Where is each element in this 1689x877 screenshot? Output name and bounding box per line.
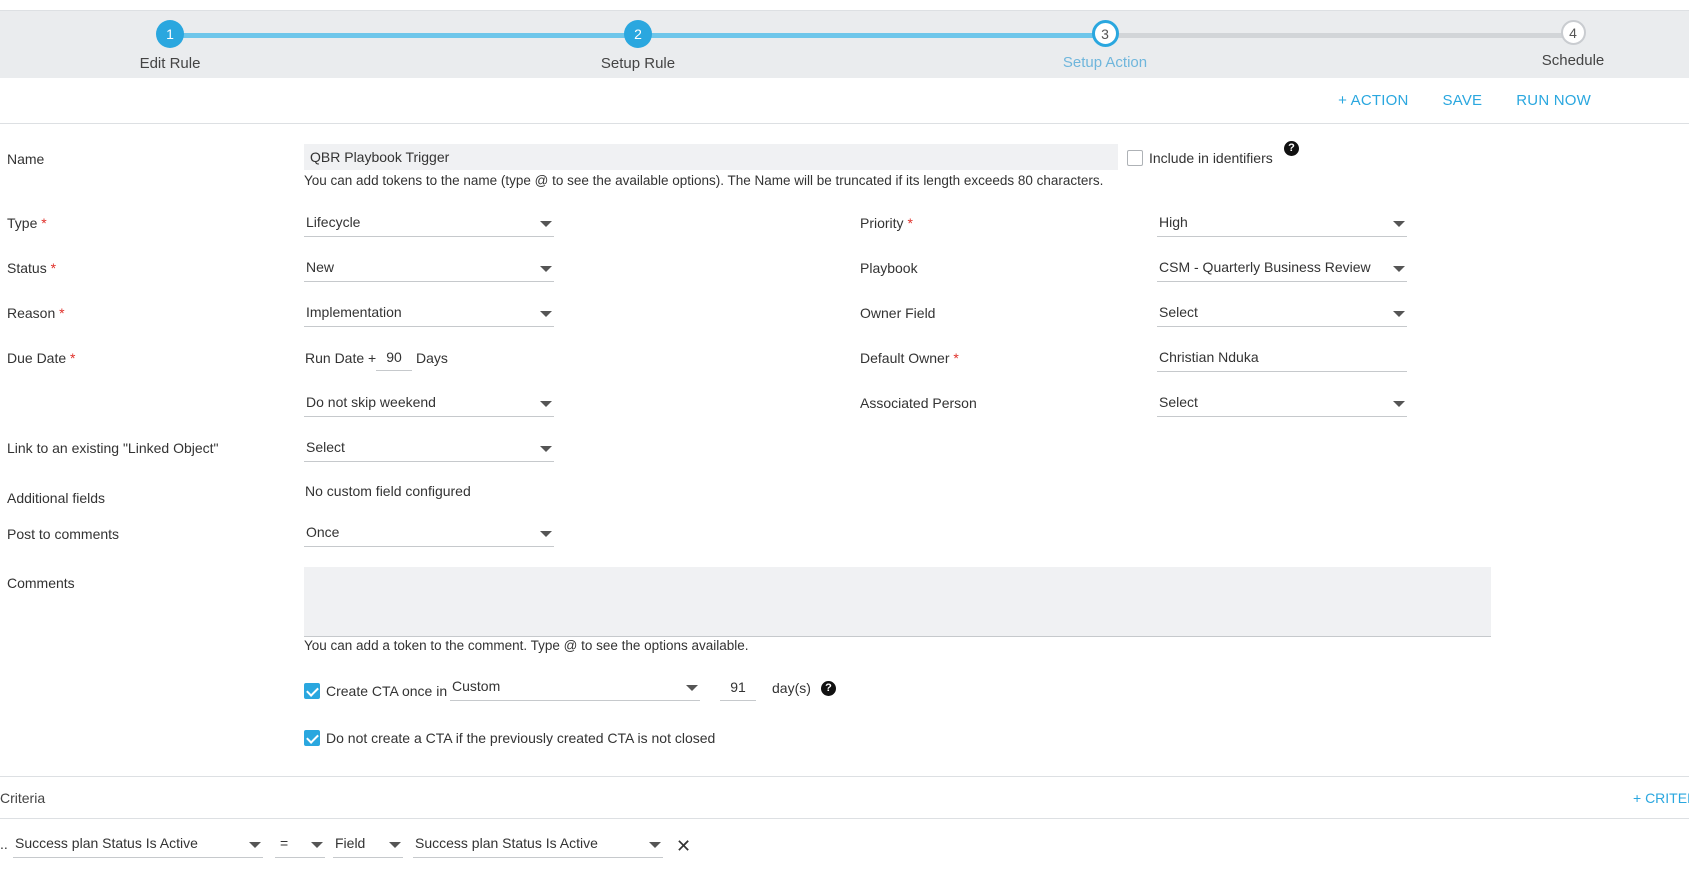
step-setup-action[interactable]: 3 Setup Action	[1045, 20, 1165, 71]
linked-object-label: Link to an existing "Linked Object"	[7, 440, 219, 456]
linked-object-select[interactable]: Select	[304, 435, 554, 462]
chevron-down-icon	[389, 842, 401, 848]
reason-label: Reason *	[7, 305, 65, 321]
additional-fields-label: Additional fields	[7, 490, 106, 506]
criteria-field-select[interactable]: Success plan Status Is Active	[13, 831, 263, 858]
owner-field-select[interactable]: Select	[1157, 300, 1407, 327]
chevron-down-icon	[686, 685, 698, 691]
save-button[interactable]: SAVE	[1443, 92, 1483, 109]
chevron-down-icon	[540, 446, 552, 452]
step-number: 4	[1560, 20, 1586, 45]
default-owner-input[interactable]: Christian Nduka	[1157, 345, 1407, 372]
reason-select[interactable]: Implementation	[304, 300, 554, 327]
status-label: Status *	[7, 260, 57, 276]
priority-select[interactable]: High	[1157, 210, 1407, 237]
toolbar-divider	[0, 123, 1689, 124]
comments-hint: You can add a token to the comment. Type…	[304, 638, 749, 653]
due-date-label: Due Date *	[7, 350, 76, 366]
step-schedule[interactable]: 4 Schedule	[1513, 20, 1633, 69]
cta-frequency-select[interactable]: Custom	[450, 674, 700, 701]
wizard-stepper: 1 Edit Rule 2 Setup Rule 3 Setup Action …	[0, 10, 1689, 78]
name-label: Name	[7, 151, 45, 167]
skip-weekend-select[interactable]: Do not skip weekend	[304, 390, 554, 417]
chevron-down-icon	[1393, 266, 1405, 272]
playbook-label: Playbook	[860, 260, 918, 276]
associated-person-label: Associated Person	[860, 395, 977, 411]
no-duplicate-cta-checkbox[interactable]	[304, 730, 320, 746]
chevron-down-icon	[1393, 221, 1405, 227]
action-toolbar: + ACTION SAVE RUN NOW	[1338, 92, 1591, 109]
chevron-down-icon	[540, 266, 552, 272]
step-label: Schedule	[1541, 52, 1605, 69]
criteria-value-select[interactable]: Success plan Status Is Active	[413, 831, 663, 858]
step-label: Setup Action	[1062, 54, 1148, 71]
step-label: Setup Rule	[600, 55, 676, 72]
close-icon[interactable]: ✕	[676, 836, 691, 857]
chevron-down-icon	[1393, 401, 1405, 407]
add-action-button[interactable]: + ACTION	[1338, 92, 1408, 109]
chevron-down-icon	[540, 221, 552, 227]
run-now-button[interactable]: RUN NOW	[1516, 92, 1591, 109]
no-duplicate-cta-label: Do not create a CTA if the previously cr…	[326, 730, 716, 746]
create-cta-checkbox[interactable]	[304, 683, 320, 699]
add-criteria-button[interactable]: + CRITERIA	[1633, 790, 1689, 806]
due-date-suffix: Days	[416, 350, 448, 366]
criteria-bottom-divider	[0, 818, 1689, 819]
chevron-down-icon	[649, 842, 661, 848]
criteria-title: Criteria	[0, 790, 46, 806]
status-select[interactable]: New	[304, 255, 554, 282]
chevron-down-icon	[1393, 311, 1405, 317]
comments-label: Comments	[7, 575, 75, 591]
post-to-comments-select[interactable]: Once	[304, 520, 554, 547]
help-icon[interactable]: ?	[821, 681, 836, 696]
criteria-top-divider	[0, 776, 1689, 777]
chevron-down-icon	[540, 531, 552, 537]
step-setup-rule[interactable]: 2 Setup Rule	[578, 20, 698, 72]
criteria-row-handle[interactable]: ..	[0, 836, 8, 852]
due-date-days-input[interactable]: 90	[376, 344, 412, 371]
step-edit-rule[interactable]: 1 Edit Rule	[110, 20, 230, 72]
owner-field-label: Owner Field	[860, 305, 936, 321]
due-date-prefix: Run Date +	[305, 350, 377, 366]
type-select[interactable]: Lifecycle	[304, 210, 554, 237]
stepper-progress-remaining	[1105, 33, 1573, 38]
chevron-down-icon	[540, 311, 552, 317]
include-identifiers-checkbox[interactable]	[1127, 150, 1143, 166]
default-owner-label: Default Owner *	[860, 350, 959, 366]
include-identifiers-label: Include in identifiers	[1149, 150, 1273, 166]
associated-person-select[interactable]: Select	[1157, 390, 1407, 417]
criteria-type-select[interactable]: Field	[333, 831, 403, 858]
chevron-down-icon	[540, 401, 552, 407]
post-to-comments-label: Post to comments	[7, 526, 120, 542]
cta-days-unit: day(s)	[772, 680, 811, 696]
cta-days-input[interactable]: 91	[720, 674, 756, 701]
type-label: Type *	[7, 215, 47, 231]
playbook-select[interactable]: CSM - Quarterly Business Review	[1157, 255, 1407, 282]
chevron-down-icon	[311, 842, 323, 848]
step-number: 3	[1091, 20, 1119, 47]
name-hint: You can add tokens to the name (type @ t…	[304, 173, 1104, 188]
comments-textarea[interactable]	[304, 567, 1491, 637]
step-number: 1	[156, 20, 184, 48]
help-icon[interactable]: ?	[1284, 141, 1299, 156]
create-cta-label: Create CTA once in	[326, 683, 448, 699]
additional-fields-value: No custom field configured	[305, 483, 471, 499]
chevron-down-icon	[249, 842, 261, 848]
name-input[interactable]: QBR Playbook Trigger	[304, 144, 1118, 170]
criteria-operator-select[interactable]: =	[275, 831, 325, 858]
step-label: Edit Rule	[139, 55, 201, 72]
priority-label: Priority *	[860, 215, 913, 231]
step-number: 2	[624, 20, 652, 48]
